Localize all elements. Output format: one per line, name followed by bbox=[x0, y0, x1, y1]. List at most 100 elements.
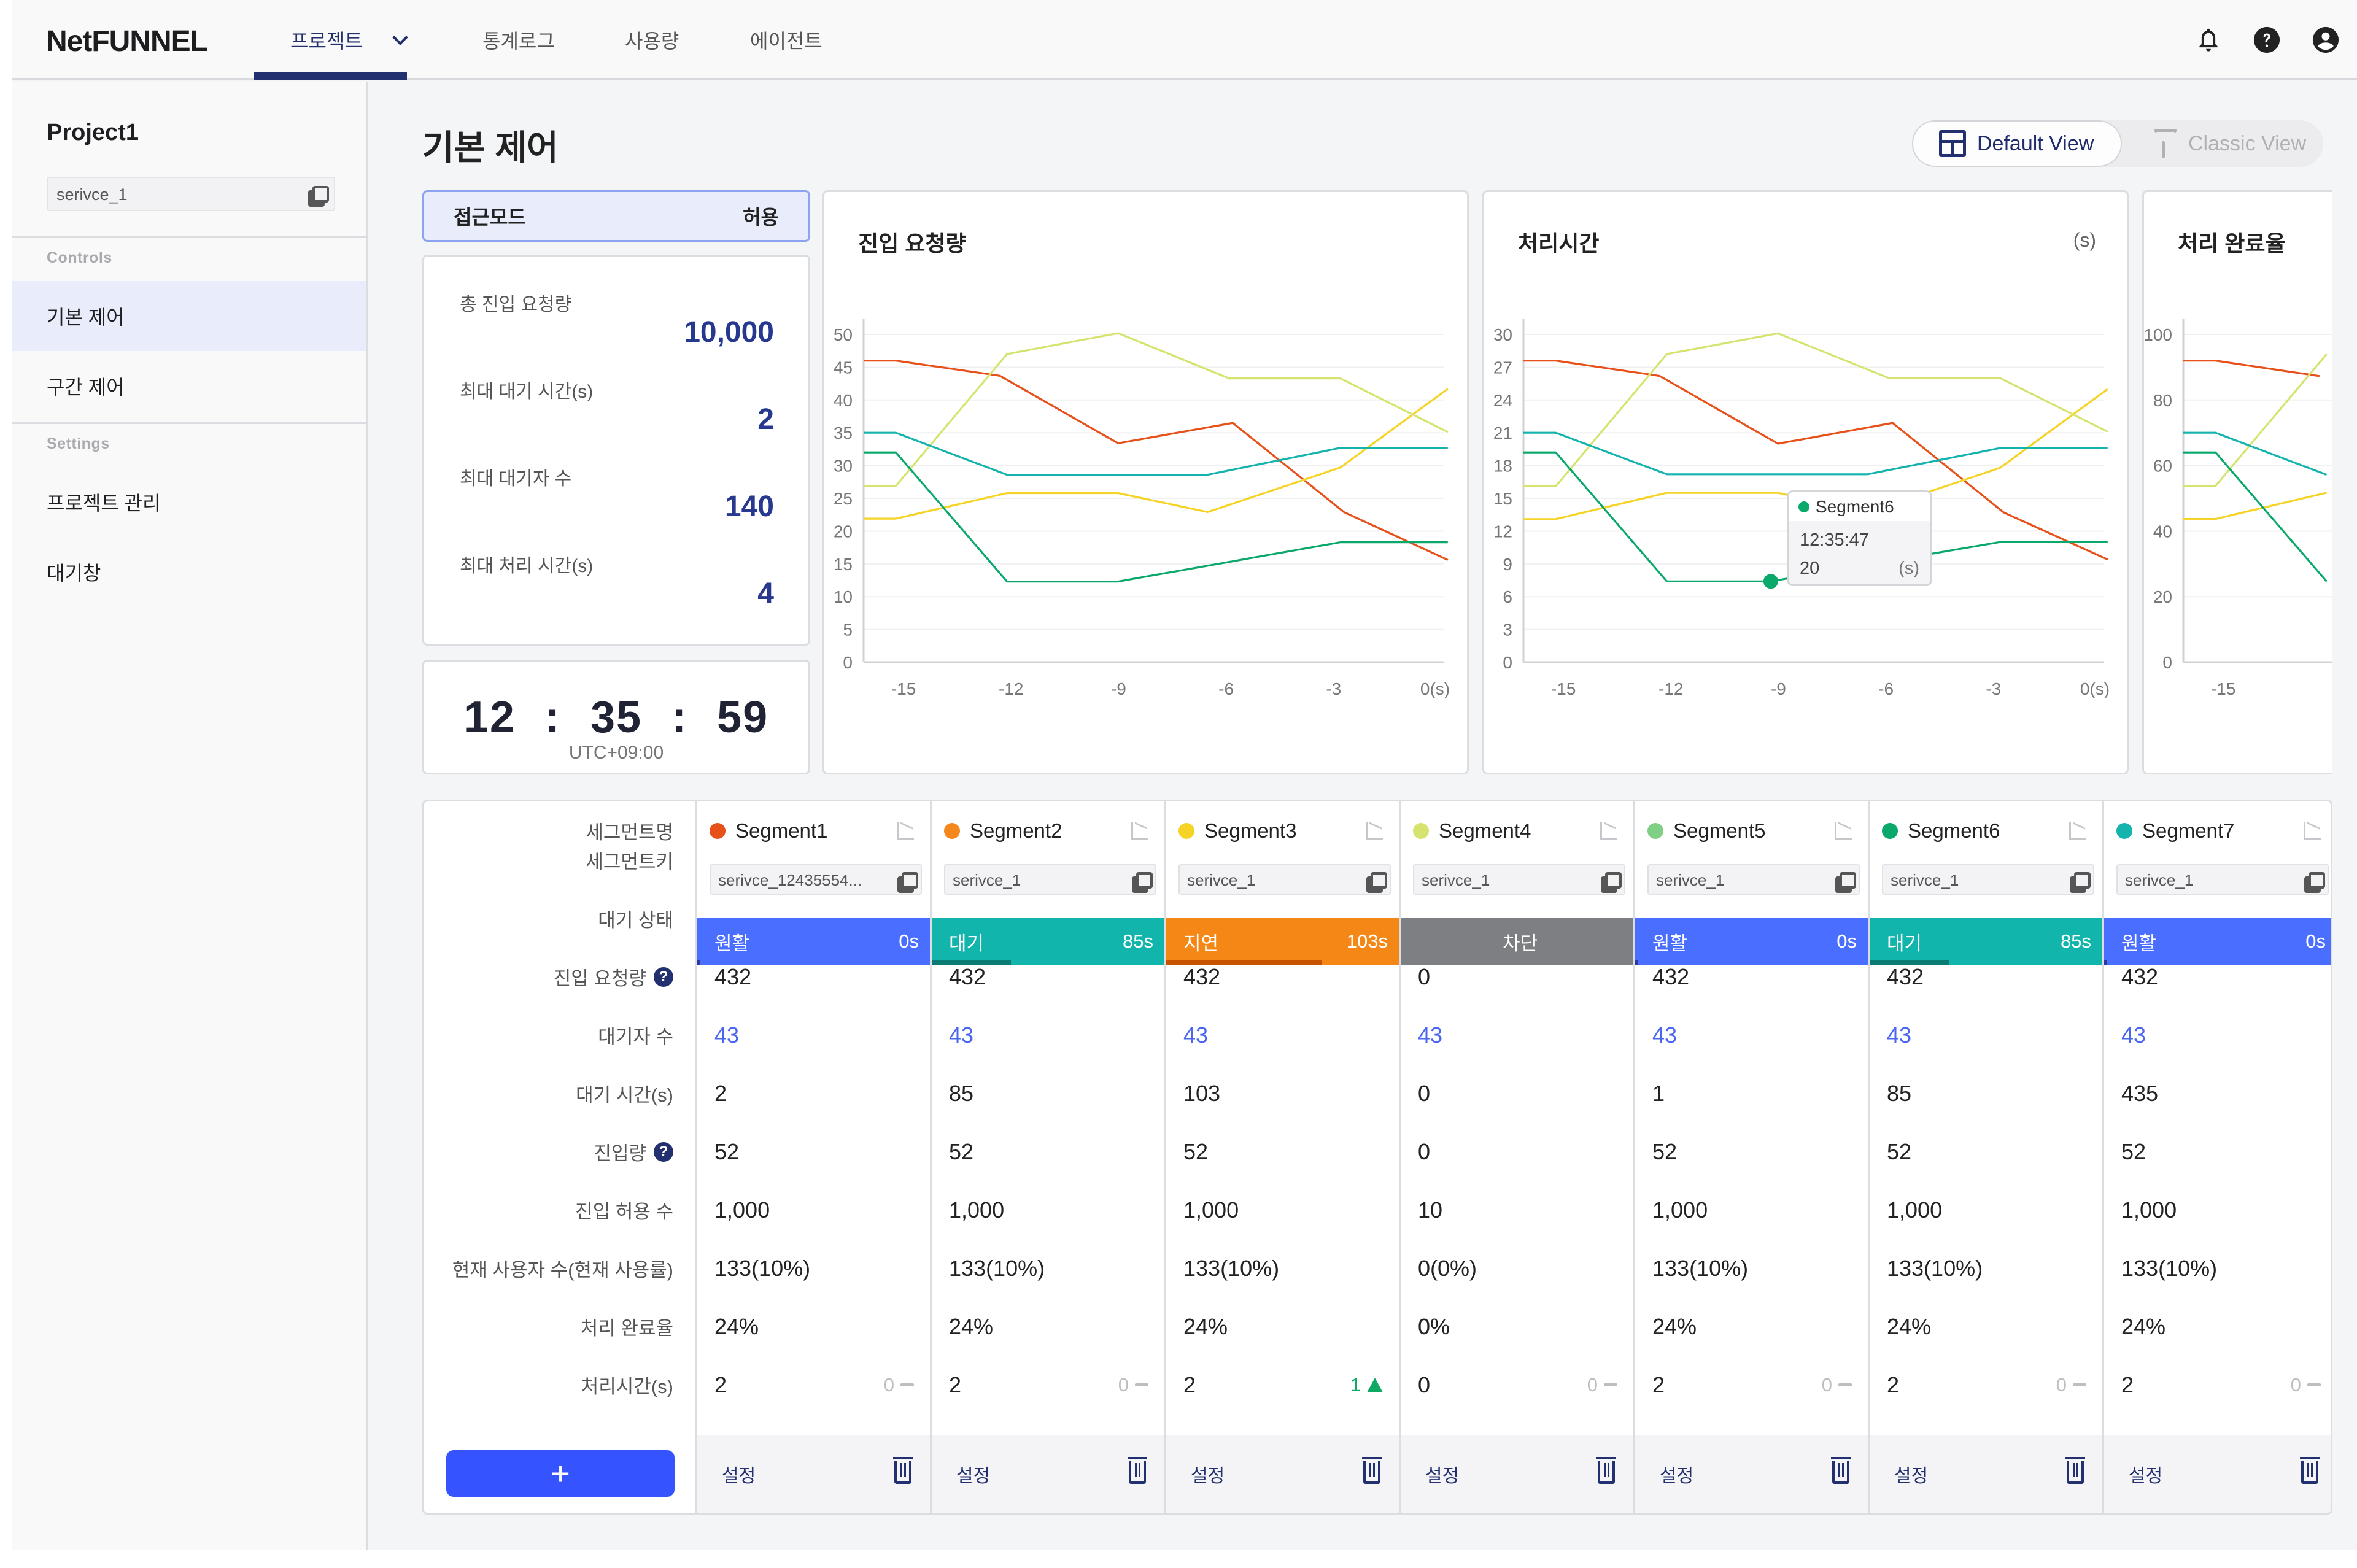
segment-key-field[interactable]: serivce_1 bbox=[1882, 864, 2094, 895]
trash-icon[interactable] bbox=[1362, 1457, 1382, 1484]
copy-icon[interactable] bbox=[897, 872, 918, 893]
y-tick-label: 0 bbox=[2162, 653, 2172, 672]
access-mode-bar[interactable]: 접근모드 허용 bbox=[422, 190, 810, 242]
sidebar: Project1 serivce_1 Controls 기본 제어 구간 제어 … bbox=[12, 82, 368, 1550]
chevron-down-icon[interactable] bbox=[392, 29, 408, 45]
settings-button[interactable]: 설정 bbox=[2129, 1461, 2162, 1488]
series-line-segment6[interactable] bbox=[2183, 451, 2328, 582]
x-tick-label: -3 bbox=[1986, 679, 2001, 698]
series-line-segment1[interactable] bbox=[864, 360, 1449, 561]
cell-wait-time: 2 bbox=[714, 1080, 727, 1106]
delta-value: 0 bbox=[2056, 1373, 2067, 1396]
y-tick-label: 50 bbox=[834, 325, 853, 344]
nav-item-agent[interactable]: 에이전트 bbox=[750, 0, 822, 80]
x-tick-label: -15 bbox=[891, 679, 916, 698]
trash-icon[interactable] bbox=[2065, 1457, 2085, 1484]
trash-icon[interactable] bbox=[893, 1457, 913, 1484]
copy-icon[interactable] bbox=[308, 186, 329, 207]
copy-icon[interactable] bbox=[1132, 872, 1153, 893]
segment-name-cell[interactable]: Segment4 bbox=[1401, 801, 1633, 860]
sidebar-item-waiting-room[interactable]: 대기창 bbox=[12, 537, 366, 607]
series-line-segment4[interactable] bbox=[1523, 332, 2108, 487]
service-key-field[interactable]: serivce_1 bbox=[47, 177, 335, 211]
y-tick-label: 25 bbox=[834, 489, 853, 508]
x-tick-label: -15 bbox=[1551, 679, 1576, 698]
service-key-value: serivce_1 bbox=[56, 185, 128, 204]
copy-icon[interactable] bbox=[1366, 872, 1387, 893]
help-icon[interactable] bbox=[2253, 26, 2281, 54]
segment-name-cell[interactable]: Segment2 bbox=[932, 801, 1164, 860]
y-tick-label: 15 bbox=[834, 555, 853, 574]
segment-key-field[interactable]: serivce_1 bbox=[1647, 864, 1860, 895]
settings-button[interactable]: 설정 bbox=[1425, 1461, 1459, 1488]
cell-wait-time: 85 bbox=[949, 1080, 974, 1106]
chart-toggle-icon[interactable] bbox=[897, 822, 914, 840]
bell-icon[interactable] bbox=[2194, 26, 2223, 54]
segment-name-cell[interactable]: Segment6 bbox=[1870, 801, 2102, 860]
series-line-segment1[interactable] bbox=[2183, 360, 2320, 377]
highlighted-data-point[interactable] bbox=[1763, 574, 1778, 589]
cell-wait-time: 85 bbox=[1887, 1080, 1912, 1106]
segment-name-cell[interactable]: Segment3 bbox=[1166, 801, 1399, 860]
sidebar-item-basic-control[interactable]: 기본 제어 bbox=[12, 281, 366, 351]
chart-toggle-icon[interactable] bbox=[1600, 822, 1617, 840]
trash-icon[interactable] bbox=[1831, 1457, 1851, 1484]
segment-name-cell[interactable]: Segment7 bbox=[2104, 801, 2331, 860]
default-view-button[interactable]: Default View bbox=[1912, 120, 2122, 167]
series-line-segment4[interactable] bbox=[864, 332, 1449, 487]
account-icon[interactable] bbox=[2312, 26, 2340, 54]
netfunnel-logo[interactable]: NetFUNNEL bbox=[46, 25, 208, 58]
segment-name-cell[interactable]: Segment5 bbox=[1635, 801, 1868, 860]
settings-button[interactable]: 설정 bbox=[1191, 1461, 1225, 1488]
segment-actions: 설정 bbox=[2104, 1435, 2331, 1513]
trash-icon[interactable] bbox=[1596, 1457, 1616, 1484]
chart-toggle-icon[interactable] bbox=[1131, 822, 1148, 840]
chart-toggle-icon[interactable] bbox=[1835, 822, 1852, 840]
cell-current-users: 133(10%) bbox=[1183, 1255, 1280, 1281]
nav-item-project[interactable]: 프로젝트 bbox=[290, 0, 408, 80]
copy-icon[interactable] bbox=[2304, 872, 2325, 893]
trash-icon[interactable] bbox=[2300, 1457, 2320, 1484]
nav-item-usage[interactable]: 사용량 bbox=[625, 0, 679, 80]
settings-button[interactable]: 설정 bbox=[956, 1461, 990, 1488]
x-tick-label: -12 bbox=[999, 679, 1023, 698]
row-label: 진입 허용 수 bbox=[575, 1181, 673, 1239]
chart-toggle-icon[interactable] bbox=[2304, 822, 2321, 840]
chart-toggle-icon[interactable] bbox=[2069, 822, 2086, 840]
series-line-segment3[interactable] bbox=[2183, 492, 2327, 520]
settings-button[interactable]: 설정 bbox=[1894, 1461, 1928, 1488]
sidebar-divider bbox=[12, 422, 368, 424]
delta-value: 0 bbox=[883, 1373, 894, 1396]
settings-button[interactable]: 설정 bbox=[1660, 1461, 1693, 1488]
trash-icon[interactable] bbox=[1128, 1457, 1147, 1484]
settings-button[interactable]: 설정 bbox=[722, 1461, 756, 1488]
clock-minutes: 35 bbox=[590, 693, 643, 742]
copy-icon[interactable] bbox=[2070, 872, 2091, 893]
cell-allowed: 1,000 bbox=[949, 1197, 1005, 1222]
help-icon[interactable]: ? bbox=[654, 1141, 673, 1162]
processing-time-line-chart[interactable]: 0 3 6 9 12 15 18 21 24 27 30 -15 -12 -9 -6 -3 0(s) bbox=[1484, 192, 2131, 776]
add-segment-button[interactable]: + bbox=[446, 1450, 675, 1497]
nav-item-stats-log[interactable]: 통계로그 bbox=[482, 0, 555, 80]
completion-rate-line-chart[interactable]: 0 20 40 60 80 100 -15 bbox=[2144, 192, 2357, 776]
series-line-segment6[interactable] bbox=[864, 451, 1448, 583]
entry-requests-line-chart[interactable]: 0 5 10 15 20 25 30 35 40 45 50 -15 -12 -9 -6 -3 0(s) bbox=[824, 192, 1471, 776]
segment-key-field[interactable]: serivce_12435554... bbox=[710, 864, 922, 895]
copy-icon[interactable] bbox=[1601, 872, 1622, 893]
segment-name-cell[interactable]: Segment1 bbox=[697, 801, 930, 860]
sidebar-item-segment-control[interactable]: 구간 제어 bbox=[12, 351, 366, 421]
cell-completion: 24% bbox=[1652, 1313, 1697, 1339]
status-time: 0s bbox=[2305, 930, 2326, 952]
help-icon[interactable]: ? bbox=[654, 967, 673, 987]
x-tick-label: -6 bbox=[1218, 679, 1234, 698]
classic-view-button[interactable]: Classic View bbox=[2133, 120, 2306, 167]
segment-key-field[interactable]: serivce_1 bbox=[944, 864, 1156, 895]
segment-key-field[interactable]: serivce_1 bbox=[1413, 864, 1625, 895]
segment-key-field[interactable]: serivce_1 bbox=[2116, 864, 2329, 895]
stat-label: 최대 대기자 수 bbox=[460, 469, 572, 489]
copy-icon[interactable] bbox=[1835, 872, 1856, 893]
segment-name: Segment1 bbox=[735, 819, 828, 842]
segment-key-field[interactable]: serivce_1 bbox=[1178, 864, 1391, 895]
chart-toggle-icon[interactable] bbox=[1366, 822, 1383, 840]
sidebar-item-project-settings[interactable]: 프로젝트 관리 bbox=[12, 467, 366, 537]
